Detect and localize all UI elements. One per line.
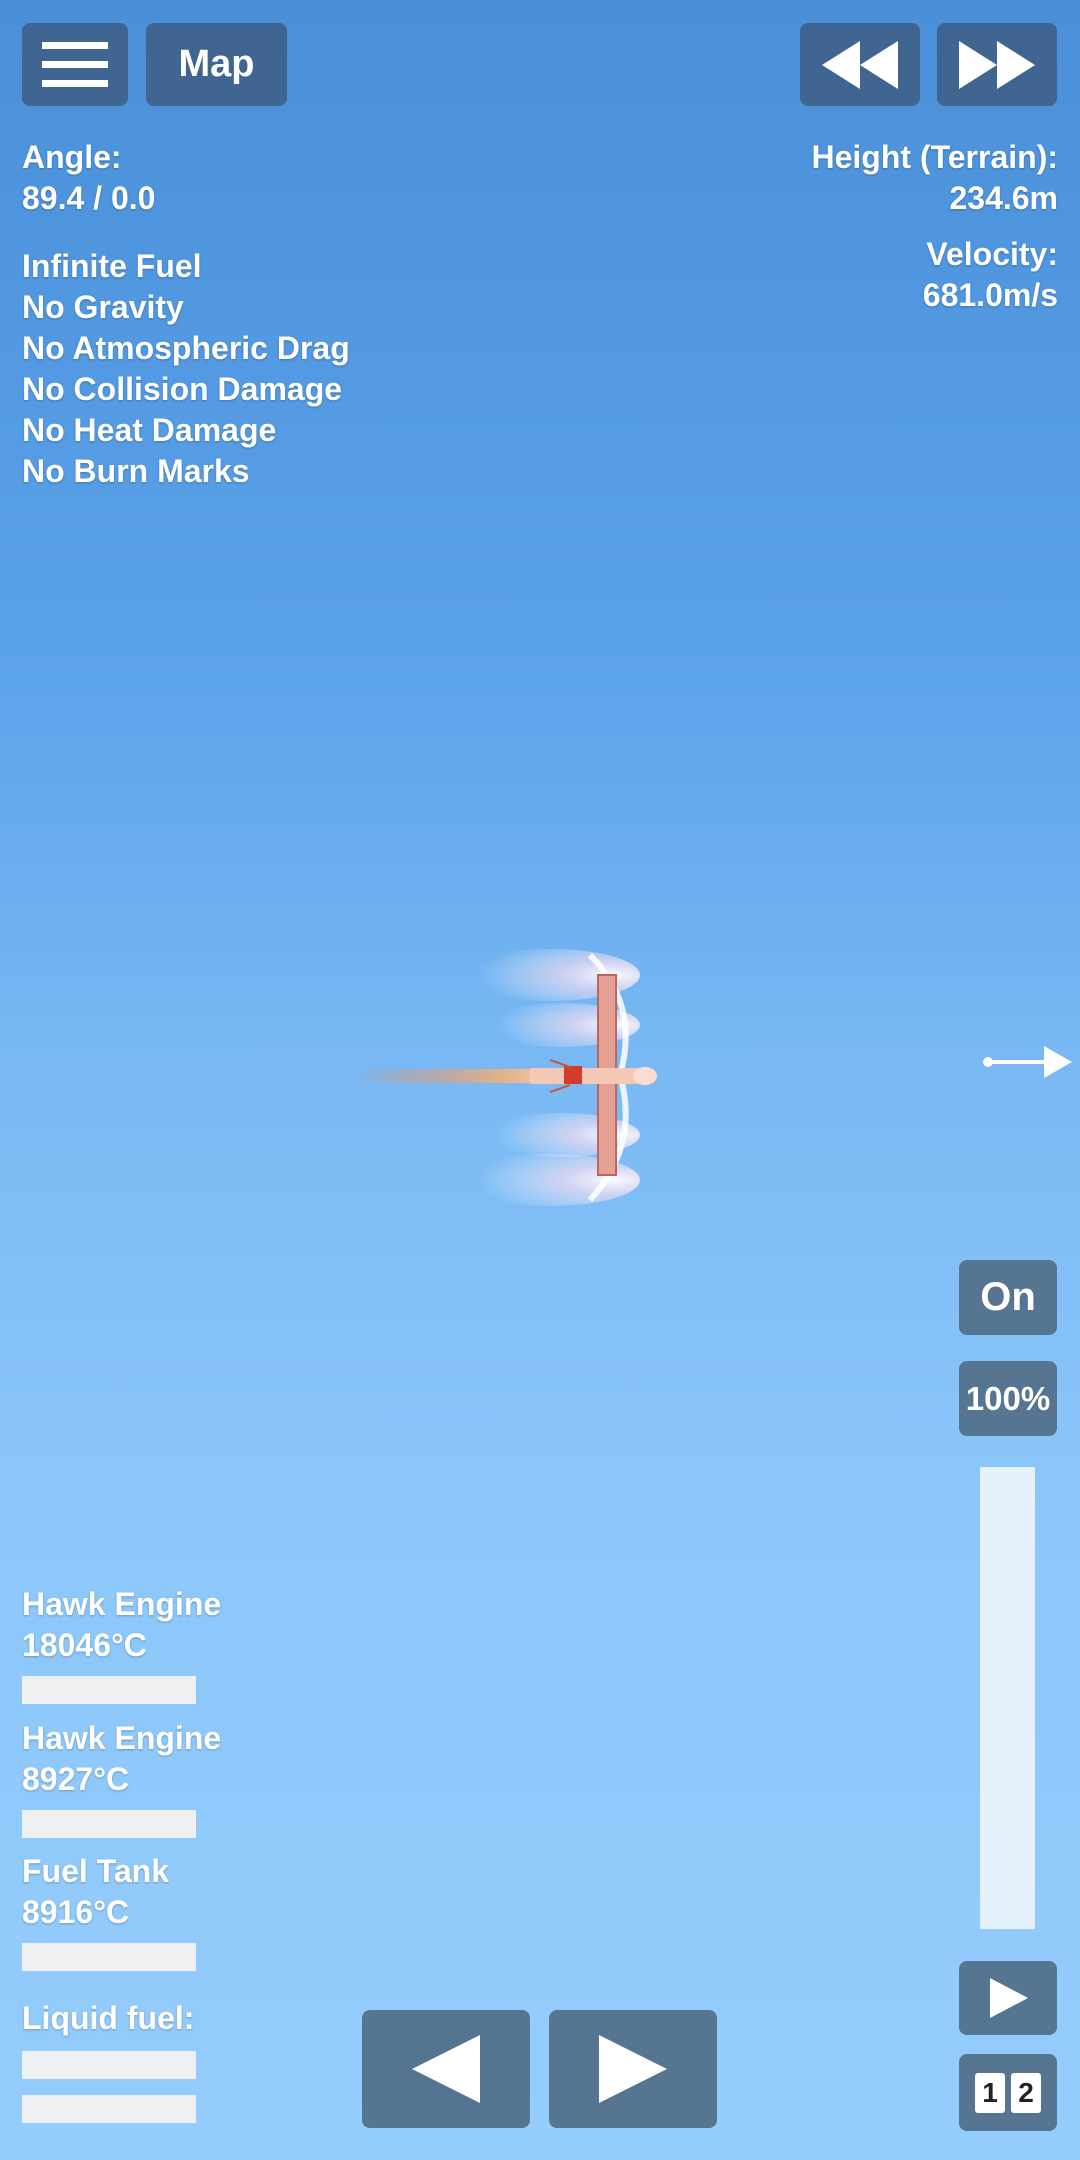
throttle-readout[interactable]: 100% — [959, 1361, 1057, 1436]
part-temp-bar — [22, 1943, 196, 1971]
cheat-no-burn-marks: No Burn Marks — [22, 453, 250, 489]
fast-forward-button[interactable] — [937, 23, 1057, 106]
part-name: Hawk Engine — [22, 1720, 222, 1756]
cheat-no-gravity: No Gravity — [22, 289, 184, 325]
part-name: Hawk Engine — [22, 1586, 222, 1622]
cheat-no-drag: No Atmospheric Drag — [22, 330, 350, 366]
rotate-right-button[interactable] — [549, 2010, 717, 2128]
triangle-right-icon — [599, 2035, 667, 2103]
rotate-left-button[interactable] — [362, 2010, 530, 2128]
stage-play-button[interactable] — [959, 1961, 1057, 2035]
activation-groups-button[interactable]: 1 2 — [959, 2054, 1057, 2131]
angle-label: Angle: — [22, 139, 122, 175]
throttle-slider[interactable] — [980, 1467, 1035, 1929]
play-icon — [990, 1978, 1028, 2018]
fuel-bar — [22, 2095, 196, 2123]
velocity-label: Velocity: — [926, 236, 1058, 272]
part-temp: 8916°C — [22, 1894, 130, 1930]
hamburger-icon — [42, 41, 108, 87]
menu-button[interactable] — [22, 23, 128, 106]
stage-2-label: 2 — [1011, 2072, 1041, 2113]
map-button[interactable]: Map — [146, 23, 287, 106]
rewind-icon — [822, 40, 898, 89]
cheat-no-collision-damage: No Collision Damage — [22, 371, 343, 407]
part-name: Fuel Tank — [22, 1853, 169, 1889]
triangle-left-icon — [412, 2035, 480, 2103]
fuel-bar — [22, 2051, 196, 2079]
rewind-button[interactable] — [800, 23, 920, 106]
engine-toggle-button[interactable]: On — [959, 1260, 1057, 1335]
stage-1-label: 1 — [975, 2072, 1005, 2113]
angle-value: 89.4 / 0.0 — [22, 180, 156, 216]
aircraft[interactable] — [350, 935, 670, 1215]
fuel-label: Liquid fuel: — [22, 2000, 195, 2036]
fast-forward-icon — [959, 40, 1035, 89]
cheat-infinite-fuel: Infinite Fuel — [22, 248, 202, 284]
cheat-no-heat-damage: No Heat Damage — [22, 412, 277, 448]
velocity-value: 681.0m/s — [922, 277, 1058, 313]
height-value: 234.6m — [949, 180, 1058, 216]
part-temp-bar — [22, 1810, 196, 1838]
part-temp: 18046°C — [22, 1627, 147, 1663]
part-temp-bar — [22, 1676, 196, 1704]
height-label: Height (Terrain): — [811, 139, 1058, 175]
prograde-marker-icon — [983, 1046, 1072, 1078]
part-temp: 8927°C — [22, 1761, 130, 1797]
